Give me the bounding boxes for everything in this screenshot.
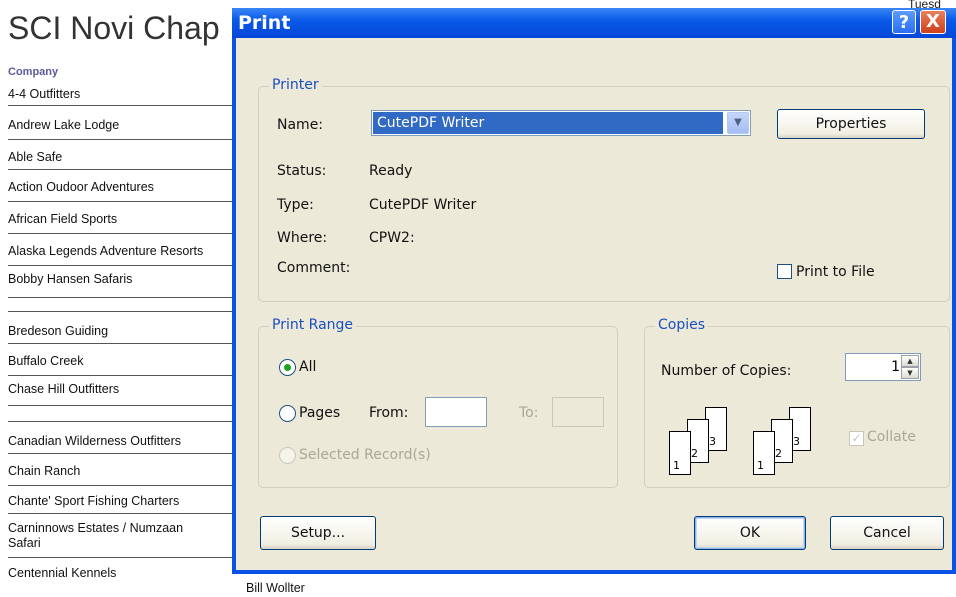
contact-name: Bill Wollter [246, 581, 305, 595]
help-icon[interactable]: ? [892, 10, 916, 34]
list-item: 4-4 Outfitters [8, 84, 235, 106]
printer-name-select[interactable]: CutePDF Writer ▼ [371, 110, 751, 136]
range-all-radio[interactable] [279, 359, 296, 376]
print-to-file-label: Print to File [796, 264, 875, 280]
range-selected-label: Selected Record(s) [299, 447, 431, 463]
cancel-button[interactable]: Cancel [830, 516, 944, 550]
dialog-title: Print [238, 12, 291, 34]
to-label: To: [519, 405, 539, 421]
list-item: Andrew Lake Lodge [8, 106, 235, 140]
list-item: Bredeson Guiding [8, 312, 235, 344]
range-all-label: All [299, 359, 317, 375]
list-item: Buffalo Creek [8, 344, 235, 376]
setup-button[interactable]: Setup... [260, 516, 376, 550]
list-item: Chante' Sport Fishing Charters [8, 486, 235, 514]
collate-checkbox[interactable]: ✓ [849, 431, 864, 446]
chevron-down-icon[interactable]: ▼ [727, 112, 749, 134]
list-item: Centennial Kennels [8, 566, 117, 580]
print-to-file-checkbox[interactable] [777, 264, 792, 279]
copies-value: 1 [891, 359, 900, 375]
printer-name-value: CutePDF Writer [373, 112, 723, 134]
from-input[interactable] [425, 397, 487, 427]
spin-up-icon[interactable]: ▲ [901, 355, 919, 367]
printer-name-label: Name: [277, 117, 324, 133]
column-header-company: Company [8, 66, 59, 78]
company-list: 4-4 Outfitters Andrew Lake Lodge Able Sa… [8, 84, 235, 582]
list-item: Bobby Hansen Safaris [8, 266, 235, 298]
type-label: Type: [277, 197, 314, 213]
list-item: Alaska Legends Adventure Resorts [8, 234, 235, 266]
list-item: African Field Sports [8, 202, 235, 234]
to-input[interactable] [552, 397, 604, 427]
from-label: From: [369, 405, 409, 421]
list-item: Action Oudoor Adventures [8, 170, 235, 202]
ok-button[interactable]: OK [694, 516, 806, 550]
status-label: Status: [277, 163, 327, 179]
range-selected-radio[interactable] [279, 447, 296, 464]
report-title: SCI Novi Chap [8, 10, 220, 46]
list-item [8, 298, 235, 312]
list-item: Chase Hill Outfitters [8, 376, 235, 406]
list-item: Canadian Wilderness Outfitters [8, 422, 235, 454]
copies-group: Copies Number of Copies: 1 ▲ ▼ 3 2 1 3 2… [644, 317, 950, 488]
list-item: Able Safe [8, 140, 235, 170]
dialog-titlebar[interactable]: Print ? X [232, 8, 956, 38]
spin-down-icon[interactable]: ▼ [901, 367, 919, 379]
range-pages-radio[interactable] [279, 405, 296, 422]
number-of-copies-label: Number of Copies: [661, 363, 792, 379]
type-value: CutePDF Writer [369, 197, 477, 213]
status-value: Ready [369, 163, 413, 179]
close-icon[interactable]: X [920, 10, 946, 34]
dialog-body: Printer Name: CutePDF Writer ▼ Propertie… [236, 38, 952, 570]
print-dialog: Print ? X Printer Name: CutePDF Writer ▼… [232, 8, 956, 574]
copies-stepper[interactable]: 1 ▲ ▼ [845, 353, 921, 381]
list-item: Carninnows Estates / Numzaan Safari [8, 514, 235, 558]
print-range-group-label: Print Range [269, 317, 357, 333]
range-pages-label: Pages [299, 405, 341, 421]
comment-label: Comment: [277, 260, 351, 276]
list-item [8, 406, 235, 422]
where-value: CPW2: [369, 230, 415, 246]
print-range-group: Print Range All Pages From: To: Selected… [258, 317, 618, 488]
properties-button[interactable]: Properties [777, 109, 925, 139]
printer-group-label: Printer [269, 77, 322, 93]
printer-group: Printer Name: CutePDF Writer ▼ Propertie… [258, 77, 950, 302]
copies-group-label: Copies [655, 317, 709, 333]
collate-label: Collate [867, 429, 916, 445]
where-label: Where: [277, 230, 328, 246]
list-item: Chain Ranch [8, 454, 235, 486]
